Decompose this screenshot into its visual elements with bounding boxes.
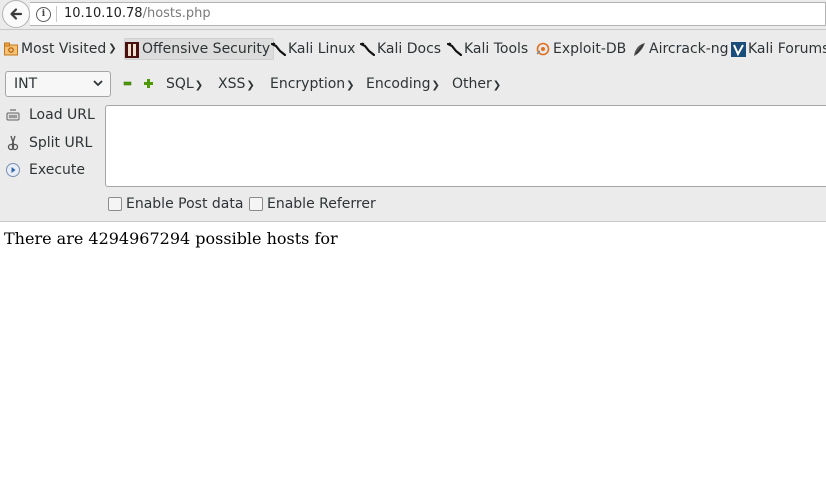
bookmark-label: Most Visited (21, 41, 107, 57)
type-select[interactable]: INT (5, 71, 111, 97)
bookmark-label: Kali Tools (464, 41, 529, 57)
page-body-text: There are 4294967294 possible hosts for (4, 229, 338, 248)
scissors-icon (5, 135, 21, 151)
execute-label: Execute (29, 162, 85, 178)
menu-label: Encryption (270, 76, 346, 92)
chevron-down-icon: ❯ (431, 80, 440, 91)
aircrack-icon (632, 42, 646, 56)
bookmark-kali-linux[interactable]: Kali Linux (270, 39, 356, 59)
chevron-down-icon: ❯ (246, 80, 255, 91)
bookmark-aircrack-ng[interactable]: Aircrack-ng (632, 39, 729, 59)
kali-dragon-icon (446, 42, 463, 57)
minus-icon[interactable] (123, 76, 133, 94)
kali-dragon-icon (270, 42, 287, 57)
checkbox-box[interactable] (249, 197, 263, 211)
menu-label: XSS (218, 76, 246, 92)
type-select-value: INT (14, 76, 38, 92)
chevron-down-icon: ❯ (346, 80, 355, 91)
url-separator (56, 6, 57, 22)
checkbox-label: Enable Post data (126, 196, 244, 212)
split-url-button[interactable]: Split URL (5, 133, 92, 153)
bookmark-label: Kali Docs (377, 41, 442, 57)
enable-post-data-checkbox[interactable]: Enable Post data (108, 196, 243, 212)
menu-other[interactable]: Other❯ (452, 76, 501, 92)
menu-label: Other (452, 76, 492, 92)
bookmark-label: Kali Forums (748, 41, 826, 57)
bookmark-label: Offensive Security (142, 41, 271, 57)
url-textarea[interactable] (105, 105, 826, 187)
load-url-label: Load URL (29, 107, 95, 123)
navigation-bar: i 10.10.10.78/hosts.php (0, 0, 826, 30)
chevron-down-icon (93, 75, 103, 94)
offsec-icon (125, 42, 139, 58)
back-arrow-icon (10, 8, 23, 20)
menu-sql[interactable]: SQL❯ (166, 76, 203, 92)
menu-xss[interactable]: XSS❯ (218, 76, 255, 92)
chevron-down-icon: ❯ (194, 80, 204, 91)
split-url-label: Split URL (29, 135, 93, 151)
bookmark-kali-tools[interactable]: Kali Tools (446, 39, 529, 59)
url-text: 10.10.10.78/hosts.php (64, 6, 211, 21)
bookmark-offensive-security[interactable]: Offensive Security (124, 38, 275, 60)
load-url-button[interactable]: Load URL (5, 105, 95, 125)
load-url-icon (5, 107, 21, 123)
kali-dragon-icon (359, 42, 376, 57)
bookmark-label: Aircrack-ng (649, 41, 729, 57)
enable-referrer-checkbox[interactable]: Enable Referrer (249, 196, 376, 212)
exploit-db-icon (536, 42, 550, 56)
url-input[interactable]: i 10.10.10.78/hosts.php (30, 2, 826, 26)
hackbar-toolbar: INT SQL❯ XSS❯ Encryption❯ Encoding❯ Othe… (0, 68, 826, 100)
bookmark-kali-docs[interactable]: Kali Docs (359, 39, 442, 59)
chevron-down-icon: ❯ (108, 43, 117, 54)
site-info-icon[interactable]: i (36, 7, 51, 22)
kali-forums-icon (731, 42, 746, 57)
menu-encoding[interactable]: Encoding❯ (366, 76, 440, 92)
url-host: 10.10.10.78 (64, 6, 143, 21)
bookmark-label: Kali Linux (288, 41, 356, 57)
menu-label: Encoding (366, 76, 431, 92)
bookmark-kali-forums[interactable]: Kali Forums (731, 39, 826, 59)
url-path: /hosts.php (142, 6, 211, 21)
menu-label: SQL (166, 76, 194, 92)
execute-button[interactable]: Execute (5, 160, 85, 180)
menu-encryption[interactable]: Encryption❯ (270, 76, 355, 92)
chevron-down-icon: ❯ (492, 80, 502, 91)
plus-icon[interactable] (143, 76, 155, 94)
play-icon (5, 162, 21, 178)
bookmark-label: Exploit-DB (553, 41, 627, 57)
folder-icon (4, 42, 18, 56)
checkbox-label: Enable Referrer (267, 196, 376, 212)
hackbar-panel: Load URL Split URL Execute Enable Post d… (0, 100, 826, 222)
back-button[interactable] (2, 0, 30, 28)
checkbox-box[interactable] (108, 197, 122, 211)
bookmarks-toolbar: Most Visited ❯ Offensive Security Kali Li… (0, 30, 826, 68)
bookmark-exploit-db[interactable]: Exploit-DB (536, 39, 626, 59)
bookmark-most-visited[interactable]: Most Visited ❯ (4, 39, 117, 59)
